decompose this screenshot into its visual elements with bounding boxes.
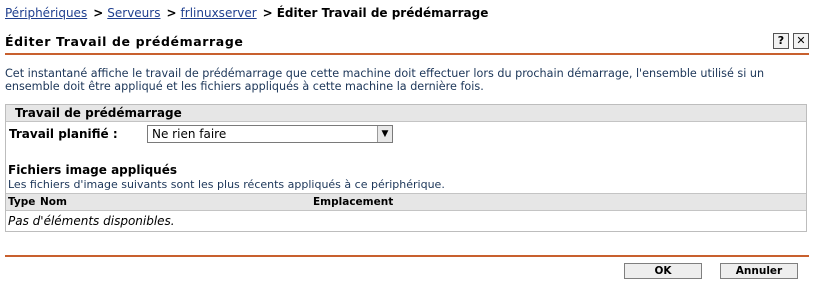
page-title: Éditer Travail de prédémarrage	[5, 34, 244, 49]
breadcrumb-separator: >	[262, 6, 273, 20]
title-bar: Éditer Travail de prédémarrage ? ✕	[5, 33, 809, 51]
title-icons: ? ✕	[773, 33, 809, 49]
preboot-panel: Travail de prédémarrage Travail planifié…	[5, 104, 807, 232]
images-table-header: Type Nom Emplacement	[6, 193, 806, 211]
footer-divider	[5, 255, 809, 257]
column-header-location[interactable]: Emplacement	[313, 194, 393, 210]
images-section-description: Les fichiers d'image suivants sont les p…	[8, 178, 445, 191]
help-icon[interactable]: ?	[773, 33, 789, 49]
breadcrumb-separator: >	[93, 6, 104, 20]
column-header-name[interactable]: Nom	[40, 194, 67, 210]
breadcrumb-link-peripheriques[interactable]: Périphériques	[5, 6, 87, 20]
scheduled-job-select[interactable]: Ne rien faire ▼	[147, 125, 393, 143]
images-section-title: Fichiers image appliqués	[8, 163, 177, 177]
images-empty-message: Pas d'éléments disponibles.	[8, 214, 175, 228]
breadcrumb-current: Éditer Travail de prédémarrage	[276, 6, 489, 20]
scheduled-job-label: Travail planifié :	[9, 127, 118, 141]
ok-button[interactable]: OK	[624, 263, 702, 279]
breadcrumb-link-serveurs[interactable]: Serveurs	[107, 6, 160, 20]
breadcrumb-separator: >	[166, 6, 177, 20]
close-icon[interactable]: ✕	[793, 33, 809, 49]
intro-text: Cet instantané affiche le travail de pré…	[5, 67, 765, 93]
title-divider	[5, 53, 809, 55]
breadcrumb-link-server[interactable]: frlinuxserver	[181, 6, 257, 20]
scheduled-job-value: Ne rien faire	[152, 127, 227, 141]
chevron-down-icon: ▼	[377, 126, 392, 142]
panel-header: Travail de prédémarrage	[6, 105, 806, 122]
cancel-button[interactable]: Annuler	[720, 263, 798, 279]
breadcrumb: Périphériques > Serveurs > frlinuxserver > Édi…	[5, 6, 488, 20]
column-header-type[interactable]: Type	[8, 194, 35, 210]
